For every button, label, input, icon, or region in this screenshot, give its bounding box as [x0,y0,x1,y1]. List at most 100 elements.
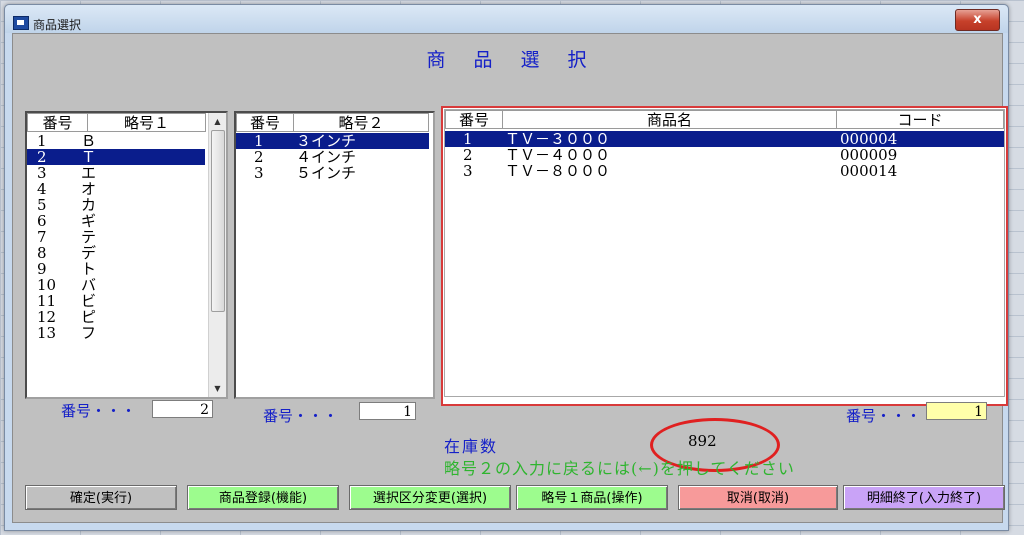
scroll-up-arrow-icon[interactable]: ▲ [209,113,226,130]
list-cell: オ [81,180,97,198]
list-item[interactable]: 1 ＴＶ－３０００ 000004 [445,131,1004,147]
list-cell: 3 [463,162,473,180]
list-item[interactable]: 5カ [27,197,205,213]
list-item[interactable]: 8デ [27,245,205,261]
list-cell: 3 [37,164,47,182]
abbreviation2-list[interactable]: 番号 略号２ 1 ３インチ 2 ４インチ 3 ５インチ [234,111,435,399]
list-cell: 1 [37,132,47,150]
list-item[interactable]: 2 ＴＶ－４０００ 000009 [445,147,1004,163]
list-item[interactable]: 3 ＴＶ－８０００ 000014 [445,163,1004,179]
list-item[interactable]: 9ト [27,261,205,277]
list-cell: 2 [463,146,473,164]
list3-number-field[interactable]: 1 [926,402,987,420]
list-cell: 1 [254,132,264,150]
list-cell: 11 [37,292,57,310]
list-cell: Ｂ [81,132,97,150]
list-cell: バ [81,276,97,294]
list-cell: 000009 [840,146,898,164]
list-cell: 000004 [840,130,898,148]
list-cell: 3 [254,164,264,182]
list-cell: エ [81,164,97,182]
list-cell: カ [81,196,97,214]
heading-char: 品 [473,49,495,71]
list-item[interactable]: 11 ビ [27,293,205,309]
list-cell: 8 [37,244,47,262]
heading-char: 選 [520,49,542,71]
list-cell: フ [81,324,97,342]
list-cell: デ [81,244,97,262]
list-cell: 10 [37,276,57,294]
list-cell: 6 [37,212,47,230]
column-header-number[interactable]: 番号 [27,113,88,132]
confirm-button[interactable]: 確定(実行) [25,485,177,510]
list-item[interactable]: 3エ [27,165,205,181]
list-item[interactable]: 7テ [27,229,205,245]
list-item[interactable]: 10 バ [27,277,205,293]
product-list-frame: 番号 商品名 コード 1 ＴＶ－３０００ 000004 2 ＴＶ－４０００ 000009 3… [441,106,1008,406]
list-item[interactable]: 6ギ [27,213,205,229]
list-cell: 2 [37,148,47,166]
list-cell: 000014 [840,162,898,180]
list-cell: ＴＶ－４０００ [505,146,611,164]
list-cell: ト [81,260,97,278]
list2-number-label: 番号・・・ [263,407,339,425]
list-cell: ピ [81,308,97,326]
list1-scrollbar[interactable]: ▲ ▼ [208,113,226,397]
finish-details-button[interactable]: 明細終了(入力終了) [843,485,1005,510]
heading-char: 択 [567,49,589,71]
list-cell: 5 [37,196,47,214]
list2-number-field[interactable]: 1 [359,402,416,420]
heading-char: 商 [426,49,448,71]
list-cell: 1 [463,130,473,148]
product-list[interactable]: 番号 商品名 コード 1 ＴＶ－３０００ 000004 2 ＴＶ－４０００ 000009 3… [444,109,1005,397]
list-cell: 12 [37,308,57,326]
abbreviation1-list[interactable]: 番号 略号１ ▲ ▼ 1 Ｂ 2 Ｔ 3 エ 4 オ 5 カ 6 ギ 7 テ 8 デ 9 ト 10 バ 11 ビ 12 ピ 13… [25,111,228,399]
list-item[interactable]: 1Ｂ [27,133,205,149]
title-bar[interactable]: 商品選択 x [5,5,1008,33]
window-title: 商品選択 [33,18,82,32]
scroll-down-arrow-icon[interactable]: ▼ [209,380,226,397]
column-header-number[interactable]: 番号 [236,113,294,132]
column-header-abbrev2[interactable]: 略号２ [293,113,429,132]
list-item[interactable]: 2Ｔ [27,149,205,165]
cancel-button[interactable]: 取消(取消) [678,485,838,510]
column-header-number[interactable]: 番号 [445,110,503,129]
dialog-body: 商品選択 番号 略号１ ▲ ▼ 1 Ｂ 2 Ｔ 3 エ 4 オ 5 カ 6 ギ 7 テ 8 デ 9 ト 10 バ 11 ビ… [12,33,1008,523]
list-item[interactable]: 4オ [27,181,205,197]
list-cell: ５インチ [296,164,357,182]
stock-label: 在庫数 [444,437,499,456]
list-cell: テ [81,228,97,246]
list-item[interactable]: 13 フ [27,325,205,341]
list-cell: ＴＶ－８０００ [505,162,611,180]
list-cell: 4 [37,180,47,198]
list-cell: 2 [254,148,264,166]
app-icon [13,16,29,30]
change-category-button[interactable]: 選択区分変更(選択) [349,485,511,510]
column-header-code[interactable]: コード [836,110,1004,129]
close-button[interactable]: x [955,9,1000,31]
list-cell: 9 [37,260,47,278]
list-cell: ３インチ [296,132,357,150]
scroll-thumb[interactable] [211,130,225,312]
list-item[interactable]: 12 ピ [27,309,205,325]
list-cell: ＴＶ－３０００ [505,130,611,148]
list-item[interactable]: 1 ３インチ [236,133,429,149]
product-selection-dialog: 商品選択 x 商品選択 番号 略号１ ▲ ▼ 1Ｂ2Ｔ3エ4オ5カ6ギ7テ8デ9… [4,4,1009,531]
column-header-product-name[interactable]: 商品名 [502,110,837,129]
abbrev1-product-button[interactable]: 略号１商品(操作) [516,485,668,510]
list-cell: ギ [81,212,97,230]
list-cell: ビ [81,292,97,310]
list1-number-label: 番号・・・ [61,402,137,420]
list-cell: Ｔ [81,148,97,166]
list-cell: 7 [37,228,47,246]
list-cell: ４インチ [296,148,357,166]
list1-number-field[interactable]: 2 [152,400,213,418]
list-cell: 13 [37,324,57,342]
list-item[interactable]: 2 ４インチ [236,149,429,165]
list3-number-label: 番号・・・ [846,407,922,425]
page-title: 商品選択 [13,45,1002,72]
list-item[interactable]: 3 ５インチ [236,165,429,181]
hint-text: 略号２の入力に戻るには(←)を押してください [444,459,795,478]
column-header-abbrev1[interactable]: 略号１ [87,113,206,132]
product-register-button[interactable]: 商品登録(機能) [187,485,339,510]
